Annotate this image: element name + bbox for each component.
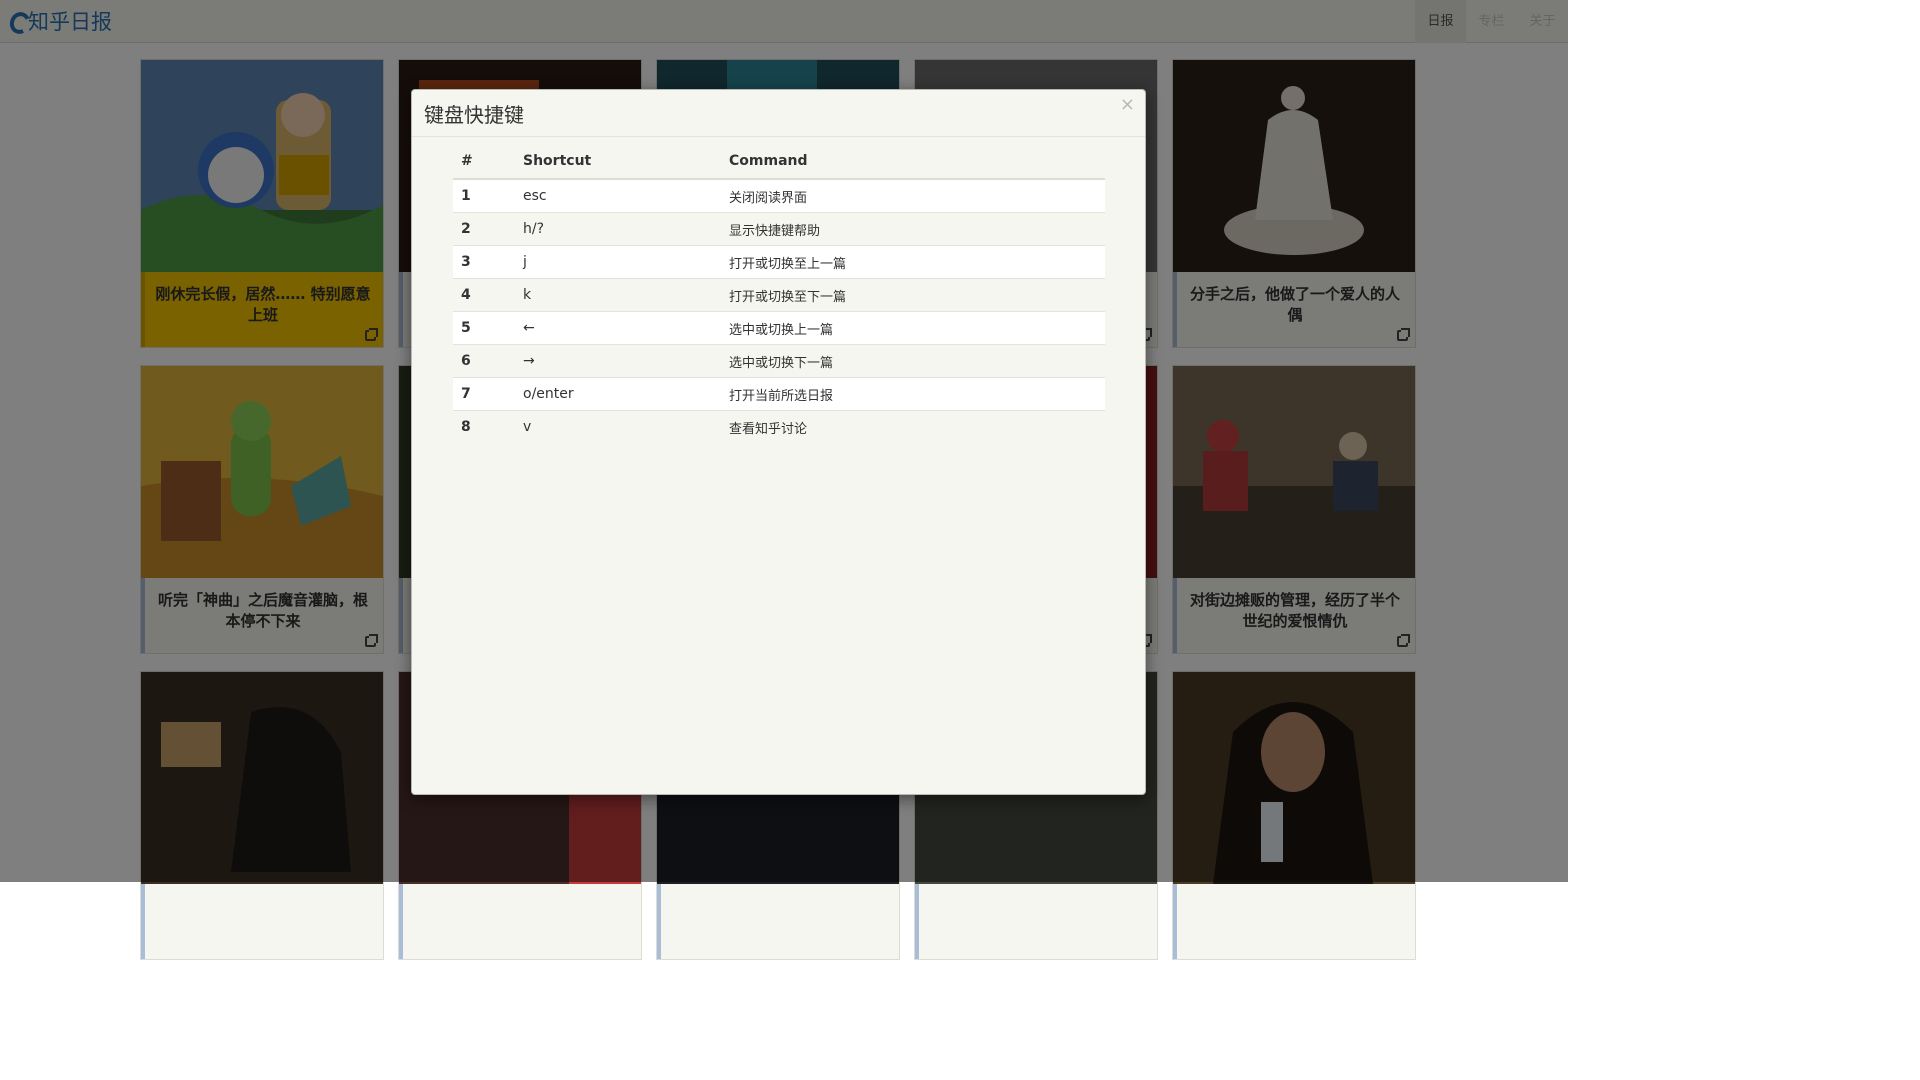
row-command: 打开或切换至上一篇 (721, 245, 1105, 279)
shortcuts-modal: 键盘快捷键 × # Shortcut Command 1 esc 关闭阅读界面 … (411, 89, 1146, 795)
table-row: 7 o/enter 打开当前所选日报 (453, 377, 1105, 411)
close-button[interactable]: × (1120, 96, 1135, 114)
row-command: 显示快捷键帮助 (721, 212, 1105, 246)
row-command: 选中或切换上一篇 (721, 311, 1105, 345)
row-number: 6 (453, 344, 515, 378)
table-row: 3 j 打开或切换至上一篇 (453, 245, 1105, 279)
table-row: 8 v 查看知乎讨论 (453, 410, 1105, 443)
modal-header: 键盘快捷键 × (412, 90, 1145, 137)
row-command: 查看知乎讨论 (721, 410, 1105, 443)
row-shortcut: → (515, 344, 721, 378)
row-number: 3 (453, 245, 515, 279)
row-shortcut: v (515, 410, 721, 443)
row-command: 关闭阅读界面 (721, 178, 1105, 213)
row-number: 2 (453, 212, 515, 246)
story-title (657, 884, 899, 959)
column-header-shortcut: Shortcut (515, 144, 721, 180)
modal-title: 键盘快捷键 (424, 103, 524, 127)
table-row: 2 h/? 显示快捷键帮助 (453, 212, 1105, 246)
story-title (915, 884, 1157, 959)
table-header-row: # Shortcut Command (453, 144, 1105, 180)
row-number: 8 (453, 410, 515, 443)
table-row: 1 esc 关闭阅读界面 (453, 178, 1105, 213)
row-command: 打开当前所选日报 (721, 377, 1105, 411)
row-command: 打开或切换至下一篇 (721, 278, 1105, 312)
row-number: 1 (453, 178, 515, 213)
story-title (1173, 884, 1415, 959)
column-header-command: Command (721, 144, 1105, 180)
table-row: 6 → 选中或切换下一篇 (453, 344, 1105, 378)
row-number: 4 (453, 278, 515, 312)
story-title (141, 884, 383, 959)
row-number: 7 (453, 377, 515, 411)
column-header-number: # (453, 144, 515, 180)
shortcuts-table: # Shortcut Command 1 esc 关闭阅读界面 2 h/? 显示… (453, 144, 1105, 443)
row-shortcut: j (515, 245, 721, 279)
row-shortcut: k (515, 278, 721, 312)
row-shortcut: esc (515, 178, 721, 213)
row-command: 选中或切换下一篇 (721, 344, 1105, 378)
story-title (399, 884, 641, 959)
table-row: 5 ← 选中或切换上一篇 (453, 311, 1105, 345)
row-shortcut: o/enter (515, 377, 721, 411)
row-shortcut: ← (515, 311, 721, 345)
row-shortcut: h/? (515, 212, 721, 246)
row-number: 5 (453, 311, 515, 345)
table-row: 4 k 打开或切换至下一篇 (453, 278, 1105, 312)
